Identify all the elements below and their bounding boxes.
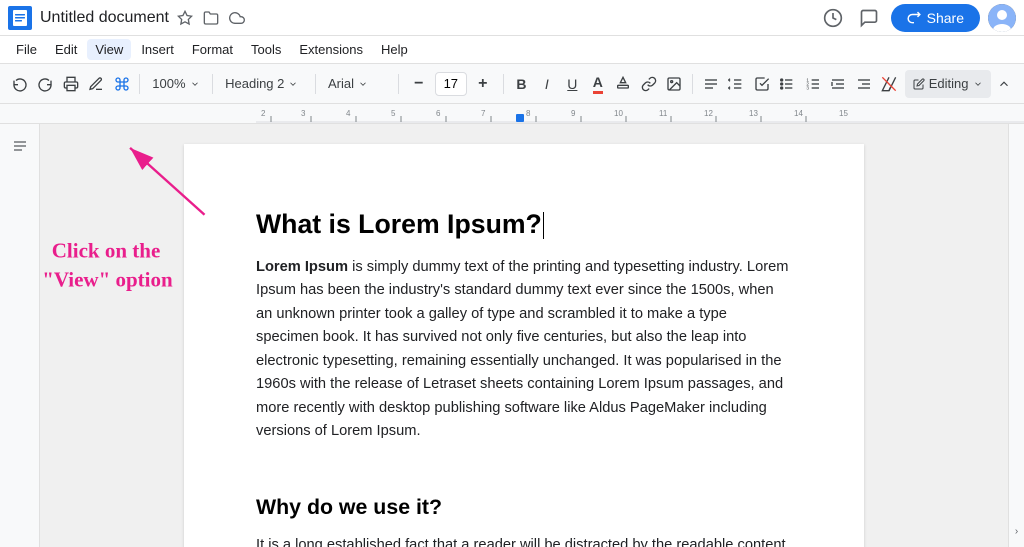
heading-style-dropdown[interactable]: Heading 2 [219,70,309,98]
undo-button[interactable] [8,70,31,98]
bold-button[interactable]: B [510,70,533,98]
svg-text:10: 10 [614,109,623,118]
svg-text:11: 11 [659,109,668,118]
svg-text:3: 3 [806,85,809,90]
menu-insert[interactable]: Insert [133,39,182,60]
font-size-control: − + [405,70,497,98]
zoom-dropdown[interactable]: 100% [146,70,206,98]
folder-icon[interactable] [201,8,221,28]
clear-formatting-button[interactable] [877,70,900,98]
svg-text:14: 14 [794,109,803,118]
menu-tools[interactable]: Tools [243,39,289,60]
svg-text:15: 15 [839,109,848,118]
history-icon[interactable] [819,4,847,32]
toolbar: 100% Heading 2 Arial − + B I U A [0,64,1024,104]
separator-1 [139,74,140,94]
svg-text:13: 13 [749,109,758,118]
numbered-list-button[interactable]: 123 [801,70,824,98]
ruler-content: 2 3 4 5 6 7 8 9 10 11 12 13 14 15 [256,104,1024,123]
ruler: 2 3 4 5 6 7 8 9 10 11 12 13 14 15 [0,104,1024,124]
redo-button[interactable] [33,70,56,98]
section1-body[interactable]: Lorem Ipsum is simply dummy text of the … [256,256,792,444]
svg-text:2: 2 [261,109,266,118]
svg-text:3: 3 [301,109,306,118]
menu-extensions[interactable]: Extensions [291,39,371,60]
menu-view[interactable]: View [87,39,131,60]
section1-heading[interactable]: What is Lorem Ipsum? [256,204,792,244]
avatar[interactable] [988,4,1016,32]
indent-increase-button[interactable] [852,70,875,98]
font-size-input[interactable] [435,72,467,96]
menu-bar: File Edit View Insert Format Tools Exten… [0,36,1024,64]
comment-icon[interactable] [855,4,883,32]
sidebar [0,124,40,547]
separator-6 [692,74,693,94]
svg-text:9: 9 [571,109,576,118]
cloud-icon[interactable] [227,8,247,28]
spellcheck-button[interactable] [84,70,107,98]
title-icons [175,8,247,28]
separator-2 [212,74,213,94]
document-area[interactable]: What is Lorem Ipsum? Lorem Ipsum is simp… [40,124,1008,547]
bullet-list-button[interactable] [775,70,798,98]
docs-icon [8,6,32,30]
font-size-increase[interactable]: + [469,70,497,98]
section2-body[interactable]: It is a long established fact that a rea… [256,534,792,547]
document-page: What is Lorem Ipsum? Lorem Ipsum is simp… [184,144,864,547]
svg-text:4: 4 [346,109,351,118]
svg-text:12: 12 [704,109,713,118]
title-bar: Untitled document Share [0,0,1024,36]
font-dropdown[interactable]: Arial [322,70,392,98]
svg-text:8: 8 [526,109,531,118]
font-size-decrease[interactable]: − [405,70,433,98]
svg-text:7: 7 [481,109,486,118]
paint-format-button[interactable] [110,70,133,98]
outline-icon[interactable] [6,132,34,160]
svg-text:6: 6 [436,109,441,118]
text-color-button[interactable]: A [586,70,609,98]
share-button[interactable]: Share [891,4,980,32]
toolbar-collapse-button[interactable] [993,70,1016,98]
ruler-svg: 2 3 4 5 6 7 8 9 10 11 12 13 14 15 [256,104,1024,124]
italic-button[interactable]: I [535,70,558,98]
title-actions: Share [819,4,1016,32]
section-gap-1 [256,460,792,492]
main-area: What is Lorem Ipsum? Lorem Ipsum is simp… [0,124,1024,547]
menu-edit[interactable]: Edit [47,39,85,60]
checklist-button[interactable] [750,70,773,98]
separator-5 [503,74,504,94]
underline-button[interactable]: U [561,70,584,98]
print-button[interactable] [59,70,82,98]
right-panel: › [1008,124,1024,547]
indent-decrease-button[interactable] [826,70,849,98]
svg-text:5: 5 [391,109,396,118]
star-icon[interactable] [175,8,195,28]
document-title[interactable]: Untitled document [40,9,169,27]
right-panel-btn[interactable]: › [1009,523,1024,539]
link-button[interactable] [637,70,660,98]
separator-3 [315,74,316,94]
section2-heading[interactable]: Why do we use it? [256,492,792,524]
highlight-button[interactable] [612,70,635,98]
separator-4 [398,74,399,94]
editing-mode-dropdown[interactable]: Editing [905,70,991,98]
menu-help[interactable]: Help [373,39,416,60]
menu-format[interactable]: Format [184,39,241,60]
menu-file[interactable]: File [8,39,45,60]
align-button[interactable] [699,70,722,98]
image-button[interactable] [663,70,686,98]
line-spacing-button[interactable] [724,70,747,98]
